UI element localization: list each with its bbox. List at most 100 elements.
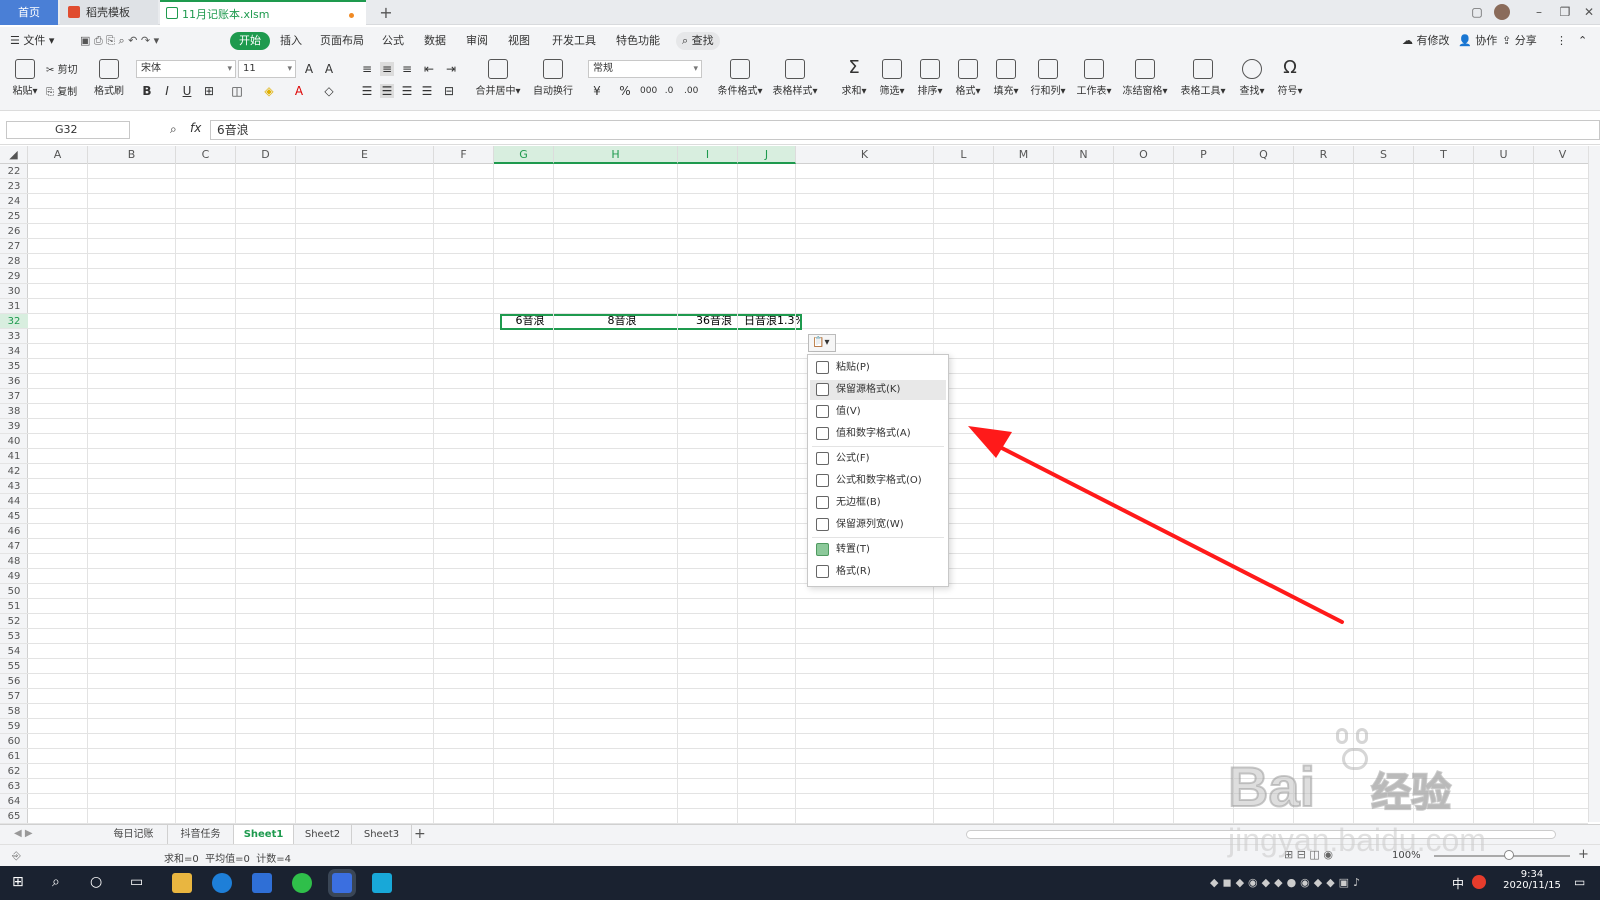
fill-button[interactable]: 填充▾ (990, 59, 1022, 97)
zoom-slider-handle[interactable] (1504, 850, 1514, 860)
distribute-icon[interactable]: ⊟ (442, 84, 456, 98)
paste-option-keep-source-format[interactable]: 保留源格式(K) (810, 380, 946, 400)
font-shrink-icon[interactable]: A (322, 62, 336, 76)
row-header-22[interactable]: 22 (0, 164, 28, 179)
column-header-t[interactable]: T (1414, 146, 1474, 164)
decimal-increase-icon[interactable]: .0 (662, 84, 676, 98)
tab-home[interactable]: 首页 (0, 0, 58, 25)
table-style-button[interactable]: 表格样式▾ (770, 59, 820, 97)
decimal-decrease-icon[interactable]: .00 (684, 84, 698, 98)
row-header-59[interactable]: 59 (0, 719, 28, 734)
align-left-icon[interactable]: ☰ (360, 84, 374, 98)
zoom-in-icon[interactable]: + (1578, 847, 1589, 862)
sheet-nav-icon[interactable]: ◀ ▶ (14, 828, 33, 839)
percent-icon[interactable]: % (618, 84, 632, 98)
row-header-58[interactable]: 58 (0, 704, 28, 719)
font-name-select[interactable]: 宋体 (136, 60, 236, 78)
sogou-ime-icon[interactable] (1472, 875, 1486, 889)
quick-access-toolbar[interactable]: ▣ ⎙ ⎘ ⌕ ↶ ↷ ▾ (80, 32, 159, 50)
ime-indicator[interactable]: 中 (1452, 875, 1464, 892)
collaborate-button[interactable]: 👤 协作 (1458, 32, 1497, 50)
changes-button[interactable]: ☁ 有修改 (1402, 32, 1450, 50)
avatar[interactable] (1494, 4, 1510, 20)
row-header-63[interactable]: 63 (0, 779, 28, 794)
symbol-button[interactable]: Ω 符号▾ (1274, 59, 1306, 98)
minimize-icon[interactable]: – (1530, 4, 1548, 20)
paste-option-values-number-format[interactable]: 值和数字格式(A) (810, 424, 946, 444)
row-header-65[interactable]: 65 (0, 809, 28, 824)
horizontal-scrollbar[interactable] (966, 830, 1556, 839)
file-menu[interactable]: ☰ 文件 ▾ (10, 32, 54, 50)
menu-data[interactable]: 数据 (424, 32, 446, 50)
row-header-48[interactable]: 48 (0, 554, 28, 569)
paste-option-no-borders[interactable]: 无边框(B) (810, 493, 946, 513)
column-header-c[interactable]: C (176, 146, 236, 164)
column-header-r[interactable]: R (1294, 146, 1354, 164)
row-header-30[interactable]: 30 (0, 284, 28, 299)
sort-button[interactable]: 排序▾ (914, 59, 946, 97)
zoom-level[interactable]: 100% (1392, 850, 1421, 861)
row-header-35[interactable]: 35 (0, 359, 28, 374)
wechat-icon[interactable] (292, 873, 312, 893)
clock[interactable]: 9:34 2020/11/15 (1500, 869, 1564, 891)
number-format-select[interactable]: 常规 (588, 60, 702, 78)
cell-style-icon[interactable]: ◫ (230, 84, 244, 98)
fill-color-icon[interactable]: ◈ (262, 84, 276, 98)
select-all-corner[interactable]: ◢ (0, 146, 28, 164)
paste-option-transpose[interactable]: 转置(T) (810, 540, 946, 560)
wrap-text-button[interactable]: 自动换行 (530, 59, 576, 97)
paste-option-formatting[interactable]: 格式(R) (810, 562, 946, 582)
row-header-56[interactable]: 56 (0, 674, 28, 689)
font-size-select[interactable]: 11 (238, 60, 296, 78)
align-middle-icon[interactable]: ≡ (380, 62, 394, 76)
windows-start-icon[interactable]: ⊞ (12, 874, 24, 890)
column-header-v[interactable]: V (1534, 146, 1592, 164)
row-header-25[interactable]: 25 (0, 209, 28, 224)
column-header-s[interactable]: S (1354, 146, 1414, 164)
column-header-i[interactable]: I (678, 146, 738, 164)
find-button[interactable]: 查找▾ (1236, 59, 1268, 97)
column-header-g[interactable]: G (494, 146, 554, 164)
paste-button[interactable]: 粘贴▾ (10, 59, 40, 97)
sheet-tab-daily[interactable]: 每日记账 (100, 825, 168, 844)
align-bottom-icon[interactable]: ≡ (400, 62, 414, 76)
column-header-k[interactable]: K (796, 146, 934, 164)
indent-decrease-icon[interactable]: ⇤ (422, 62, 436, 76)
column-header-u[interactable]: U (1474, 146, 1534, 164)
row-header-44[interactable]: 44 (0, 494, 28, 509)
notification-icon[interactable]: ▭ (1574, 875, 1585, 889)
row-header-36[interactable]: 36 (0, 374, 28, 389)
wps-writer-icon[interactable] (332, 873, 352, 893)
add-sheet-icon[interactable]: + (414, 826, 426, 842)
font-grow-icon[interactable]: A (302, 62, 316, 76)
format-button[interactable]: 格式▾ (952, 59, 984, 97)
window-mode-icon[interactable]: ▢ (1468, 4, 1486, 20)
column-header-b[interactable]: B (88, 146, 176, 164)
sheet-tab-sheet2[interactable]: Sheet2 (294, 825, 352, 844)
close-icon[interactable]: ✕ (1580, 4, 1598, 20)
row-header-54[interactable]: 54 (0, 644, 28, 659)
rows-columns-button[interactable]: 行和列▾ (1028, 59, 1068, 97)
column-header-f[interactable]: F (434, 146, 494, 164)
row-header-27[interactable]: 27 (0, 239, 28, 254)
task-view-icon[interactable]: ▭ (130, 874, 143, 890)
menu-view[interactable]: 视图 (508, 32, 530, 50)
column-header-m[interactable]: M (994, 146, 1054, 164)
row-header-64[interactable]: 64 (0, 794, 28, 809)
worksheet-button[interactable]: 工作表▾ (1074, 59, 1114, 97)
row-header-39[interactable]: 39 (0, 419, 28, 434)
row-header-62[interactable]: 62 (0, 764, 28, 779)
row-header-43[interactable]: 43 (0, 479, 28, 494)
column-header-l[interactable]: L (934, 146, 994, 164)
paste-options-button[interactable]: 📋▾ (808, 334, 836, 352)
vertical-scrollbar[interactable] (1588, 146, 1600, 822)
indent-increase-icon[interactable]: ⇥ (444, 62, 458, 76)
row-header-51[interactable]: 51 (0, 599, 28, 614)
row-header-52[interactable]: 52 (0, 614, 28, 629)
menu-formula[interactable]: 公式 (382, 32, 404, 50)
sheet-tab-sheet1[interactable]: Sheet1 (234, 825, 294, 844)
row-header-40[interactable]: 40 (0, 434, 28, 449)
row-header-42[interactable]: 42 (0, 464, 28, 479)
row-header-50[interactable]: 50 (0, 584, 28, 599)
merge-center-button[interactable]: 合并居中▾ (474, 59, 522, 97)
